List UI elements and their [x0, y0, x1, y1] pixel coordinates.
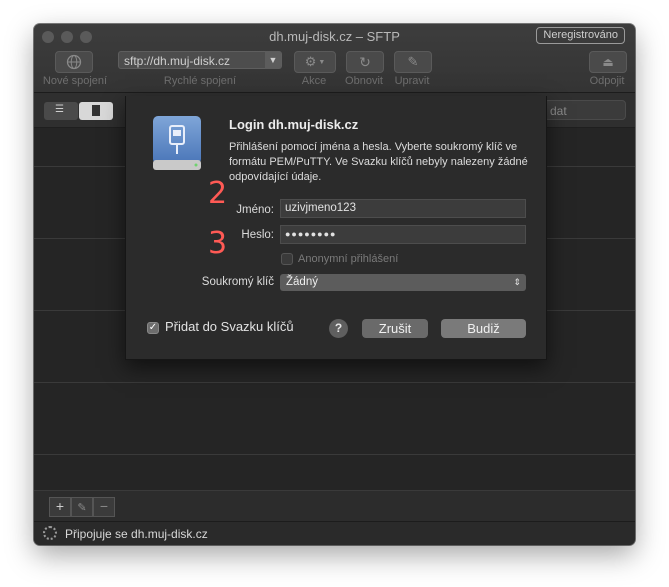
dialog-title: Login dh.muj-disk.cz: [229, 117, 359, 132]
globe-icon: [66, 54, 82, 70]
quick-connect-value: sftp://dh.muj-disk.cz: [124, 54, 231, 68]
bottom-toolbar: + ✎ −: [34, 490, 635, 521]
password-label: Heslo:: [241, 229, 274, 241]
dialog-message: Přihlášení pomocí jména a hesla. Vyberte…: [229, 141, 528, 183]
edit-button[interactable]: ✎: [394, 51, 432, 73]
refresh-icon: ↻: [359, 53, 371, 70]
bookmark-icon: [92, 105, 100, 116]
private-key-select[interactable]: Žádný ⇕: [280, 274, 526, 291]
status-text: Připojuje se dh.muj-disk.cz: [65, 527, 208, 541]
keychain-checkbox[interactable]: ✓: [147, 322, 159, 334]
list-row-divider: [34, 382, 635, 383]
pencil-icon: ✎: [407, 54, 419, 69]
bookmark-view-button[interactable]: [79, 102, 113, 120]
status-bar: Připojuje se dh.muj-disk.cz: [34, 521, 635, 545]
search-placeholder: dat: [550, 104, 567, 118]
list-tree-icon: ☰: [55, 104, 64, 115]
disconnect-label: Odpojit: [589, 75, 625, 87]
chevron-down-icon[interactable]: ▼: [265, 51, 281, 69]
title-bar: dh.muj-disk.cz – SFTP Neregistrováno Nov…: [34, 24, 635, 93]
private-key-label: Soukromý klíč: [201, 276, 274, 288]
refresh-button[interactable]: ↻: [346, 51, 384, 73]
chevron-updown-icon: ⇕: [513, 277, 521, 287]
new-connection-button[interactable]: [55, 51, 93, 73]
password-field[interactable]: ●●●●●●●●: [280, 225, 526, 244]
username-label: Jméno:: [236, 204, 274, 216]
list-row-divider: [34, 454, 635, 455]
login-dialog: Login dh.muj-disk.cz Přihlášení pomocí j…: [125, 96, 547, 360]
keychain-label: Přidat do Svazku klíčů: [165, 319, 294, 334]
password-value: ●●●●●●●●: [285, 229, 337, 239]
username-value: uzivjmeno123: [285, 202, 356, 214]
ok-button[interactable]: Budiž: [441, 319, 526, 338]
cancel-button[interactable]: Zrušit: [362, 319, 428, 338]
username-field[interactable]: uzivjmeno123: [280, 199, 526, 218]
action-label: Akce: [301, 75, 327, 87]
new-connection-label: Nové spojení: [42, 75, 108, 87]
quick-connect-combo[interactable]: sftp://dh.muj-disk.cz ▼: [118, 51, 282, 69]
private-key-value: Žádný: [286, 276, 318, 288]
pencil-icon: ✎: [77, 502, 87, 514]
spinner-icon: [43, 526, 57, 540]
add-button[interactable]: +: [49, 497, 71, 517]
disconnect-button[interactable]: ⏏: [589, 51, 627, 73]
anonymous-login-checkbox[interactable]: [281, 253, 293, 265]
search-input[interactable]: dat: [544, 100, 626, 120]
eject-icon: ⏏: [602, 55, 614, 69]
gear-icon: ⚙: [304, 54, 317, 69]
action-button[interactable]: ⚙ ▼: [294, 51, 336, 73]
help-button[interactable]: ?: [329, 319, 348, 338]
anonymous-login-label: Anonymní přihlášení: [298, 253, 399, 265]
edit-bookmark-button[interactable]: ✎: [71, 497, 93, 517]
edit-label: Upravit: [394, 75, 430, 87]
quick-connect-label: Rychlé spojení: [163, 75, 237, 87]
network-drive-icon: [153, 116, 201, 170]
outline-view-button[interactable]: ☰: [44, 102, 78, 120]
chevron-down-icon: ▼: [318, 58, 326, 66]
refresh-label: Obnovit: [345, 75, 383, 87]
unregistered-badge[interactable]: Neregistrováno: [536, 27, 625, 44]
remove-button[interactable]: −: [93, 497, 115, 517]
